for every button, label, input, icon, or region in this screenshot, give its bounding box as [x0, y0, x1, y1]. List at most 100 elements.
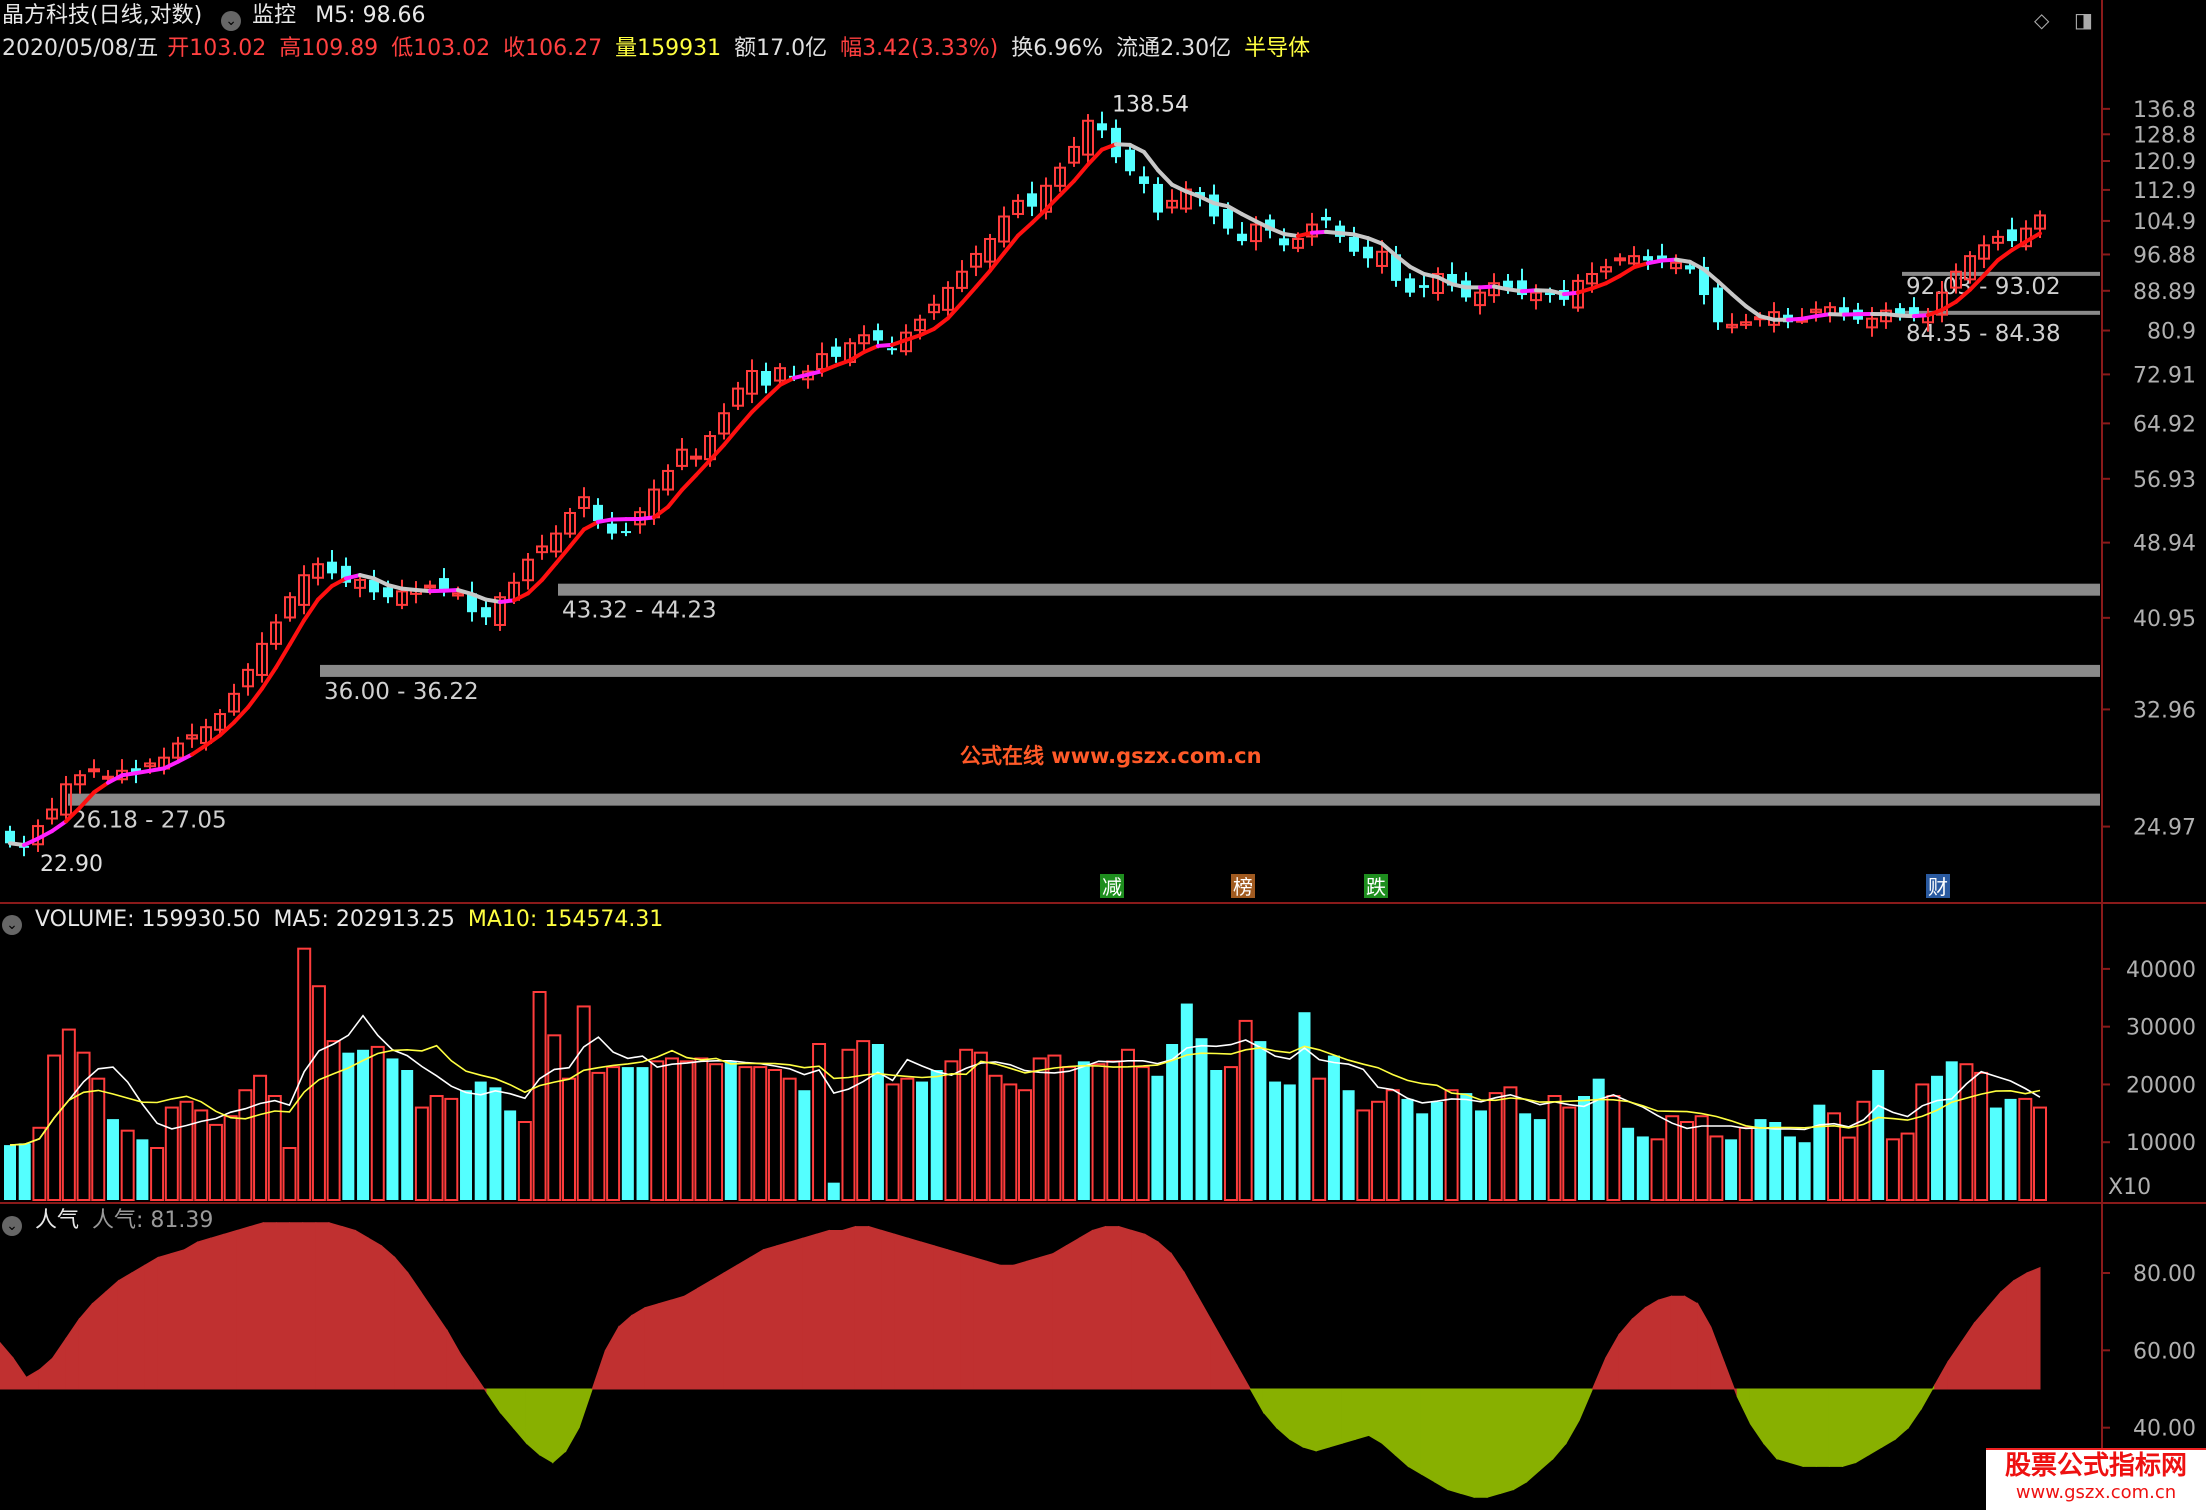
renqi-area	[52, 1337, 67, 1390]
quote-sector[interactable]: 半导体	[1244, 36, 1310, 61]
volume-ma10: MA10: 154574.31	[467, 907, 664, 932]
renqi-tick-label: 60.00	[2133, 1339, 2196, 1364]
renqi-area	[1236, 1363, 1252, 1390]
renqi-area	[670, 1295, 685, 1390]
renqi-area	[1026, 1256, 1041, 1390]
candle-body	[1153, 183, 1163, 213]
volume-value: VOLUME: 159930.50	[35, 907, 261, 932]
quote-close: 收106.27	[503, 36, 603, 61]
volume-bar	[444, 1097, 459, 1202]
renqi-area	[1184, 1271, 1199, 1390]
renqi-area	[894, 1233, 909, 1390]
renqi-area	[1986, 1290, 2002, 1390]
volume-bar	[106, 1119, 119, 1200]
monitor-toggle-icon[interactable]: ⌄	[221, 11, 242, 31]
volume-bar	[930, 1070, 943, 1200]
renqi-area	[1723, 1361, 1738, 1397]
volume-bar	[136, 1139, 149, 1200]
renqi-area	[1157, 1240, 1172, 1390]
indicator-name[interactable]: 人气	[35, 1208, 79, 1233]
volume-bar	[1077, 1061, 1090, 1200]
renqi-area	[828, 1229, 843, 1390]
ma-line-segment	[1002, 233, 1020, 256]
renqi-area	[604, 1325, 620, 1390]
price-tick-label: 32.96	[2133, 698, 2196, 723]
ma-line-segment	[1156, 168, 1174, 187]
renqi-area	[1262, 1388, 1278, 1430]
renqi-area	[802, 1233, 817, 1390]
renqi-area	[631, 1306, 646, 1390]
ma-line-segment	[582, 519, 600, 532]
candle-body	[887, 348, 897, 351]
volume-ma10-line	[9, 1044, 2041, 1146]
renqi-area	[341, 1225, 356, 1390]
volume-bar	[1210, 1070, 1223, 1200]
renqi-area	[1552, 1388, 1567, 1460]
ma-line-segment	[708, 442, 726, 463]
renqi-area	[289, 1222, 304, 1390]
ma-line-segment	[358, 573, 376, 581]
ma-line-segment	[484, 597, 502, 604]
volume-bar	[856, 1040, 871, 1201]
volume-bar	[1460, 1093, 1473, 1200]
renqi-area	[1815, 1388, 1830, 1467]
volume-bar	[1223, 1066, 1238, 1201]
ma-line-segment	[1520, 288, 1538, 294]
price-tick-label: 72.91	[2133, 363, 2196, 388]
volume-bar	[973, 1051, 988, 1201]
renqi-area	[1341, 1388, 1357, 1444]
renqi-area	[1789, 1388, 1804, 1468]
renqi-area	[1210, 1317, 1225, 1390]
renqi-area	[65, 1317, 80, 1390]
price-tick-label: 80.9	[2147, 320, 2196, 345]
renqi-area	[117, 1272, 133, 1390]
high-price-label: 138.54	[1112, 93, 1189, 118]
volume-bar	[1401, 1098, 1414, 1200]
ma-line-segment	[1674, 257, 1692, 264]
volume-bar	[164, 1106, 179, 1201]
event-marker: 财	[1928, 875, 1948, 899]
volume-bar	[1547, 1095, 1562, 1201]
renqi-area	[1381, 1388, 1396, 1456]
renqi-area	[1710, 1326, 1725, 1390]
indicator-header: ⌄ 人气 人气: 81.39	[2, 1208, 219, 1236]
ma-line-segment	[1030, 207, 1048, 225]
ma-line-segment	[36, 829, 54, 841]
renqi-area	[1697, 1302, 1712, 1390]
renqi-area	[1420, 1388, 1436, 1483]
volume-bar	[1166, 1044, 1179, 1200]
renqi-area	[1407, 1388, 1422, 1475]
panel-toggle-icon[interactable]: ◨	[2074, 8, 2093, 32]
volume-bar	[1679, 1121, 1694, 1201]
candle-body	[761, 371, 771, 386]
ma-line-segment	[204, 733, 222, 748]
volume-toggle-icon[interactable]: ⌄	[2, 915, 22, 935]
monitor-label[interactable]: 监控	[252, 3, 296, 28]
renqi-area	[644, 1303, 659, 1390]
renqi-area	[1776, 1388, 1791, 1464]
support-zone-band	[68, 793, 2100, 806]
price-tick-label: 24.97	[2133, 816, 2196, 841]
volume-bar	[1488, 1092, 1503, 1201]
volume-bar	[1562, 1106, 1577, 1201]
volume-bar	[1047, 1054, 1062, 1201]
ma-line-segment	[820, 363, 838, 374]
volume-bar	[1120, 1048, 1135, 1202]
volume-bar	[1151, 1075, 1164, 1200]
indicator-value: 人气: 81.39	[92, 1208, 214, 1233]
volume-bar	[1430, 1101, 1443, 1200]
ma-line-segment	[148, 766, 166, 773]
volume-bar	[532, 991, 547, 1201]
ma-line-segment	[414, 588, 432, 594]
volume-ma5: MA5: 202913.25	[273, 907, 455, 932]
volume-bar	[1533, 1119, 1546, 1200]
volume-bar	[841, 1048, 856, 1202]
renqi-area	[1052, 1245, 1067, 1390]
renqi-area	[736, 1256, 751, 1390]
ma-line-segment	[1828, 312, 1846, 317]
stock-title[interactable]: 晶方科技(日线,对数)	[2, 3, 202, 28]
volume-bar	[61, 1028, 76, 1201]
diamond-icon[interactable]: ◇	[2034, 8, 2049, 32]
candle-body	[873, 330, 883, 341]
indicator-toggle-icon[interactable]: ⌄	[2, 1216, 22, 1236]
